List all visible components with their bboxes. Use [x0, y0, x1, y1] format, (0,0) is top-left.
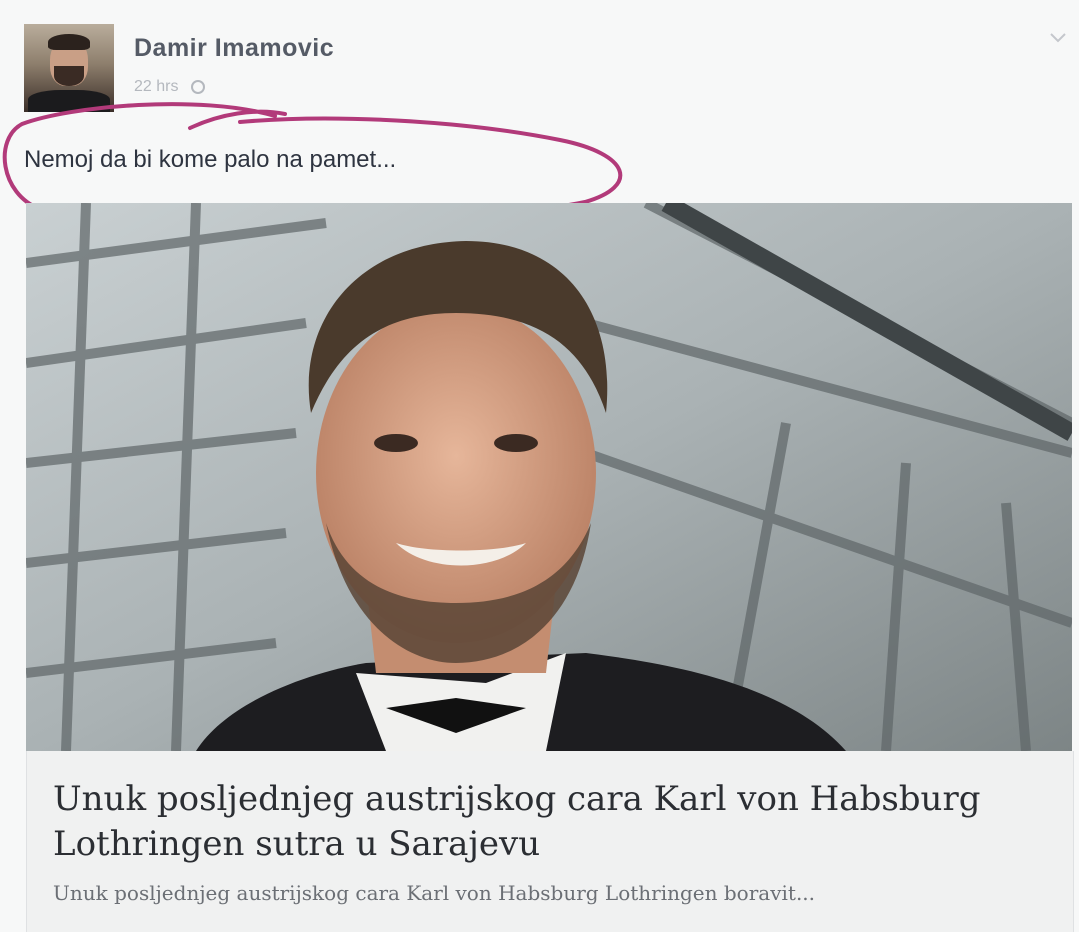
link-summary: Unuk posljednjeg austrijskog cara Karl v… — [53, 881, 816, 905]
link-preview-card[interactable]: Unuk posljednjeg austrijskog cara Karl v… — [26, 751, 1074, 932]
link-preview-image[interactable] — [26, 203, 1072, 751]
facebook-post: Damir Imamovic 22 hrs Nemoj da bi kome p… — [0, 0, 1079, 932]
chevron-down-icon[interactable] — [1048, 30, 1068, 46]
link-headline[interactable]: Unuk posljednjeg austrijskog cara Karl v… — [53, 777, 1043, 867]
author-name[interactable]: Damir Imamovic — [134, 34, 334, 63]
